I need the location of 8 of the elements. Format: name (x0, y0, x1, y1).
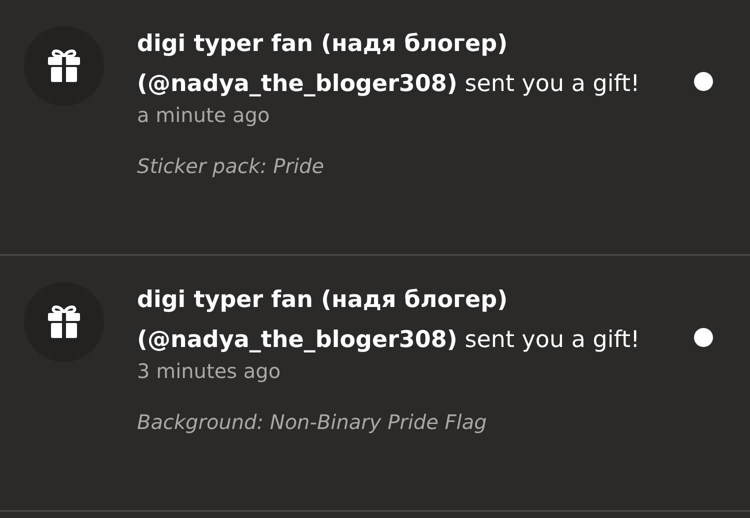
gift-detail: Background: Non-Binary Pride Flag (137, 409, 488, 436)
timestamp: 3 minutes ago (137, 358, 282, 385)
notification-item[interactable]: digi typer fan (надя блогер) (@nadya_the_bloger308) sent you a gift! a minute ago Sticker pack: Pride (0, 0, 750, 256)
gift-detail: Sticker pack: Pride (137, 153, 326, 180)
notification-item[interactable]: digi typer fan (надя блогер) (@nadya_the_bloger308) sent you a gift! 3 minutes ago Background: Non-Binary Pride Flag (0, 256, 750, 512)
notification-message: digi typer fan (надя блогер) (@nadya_the_bloger308) sent you a gift! (137, 286, 641, 355)
timestamp: a minute ago (137, 102, 271, 129)
notification-message: digi typer fan (надя блогер) (@nadya_the_bloger308) sent you a gift! (137, 30, 641, 99)
